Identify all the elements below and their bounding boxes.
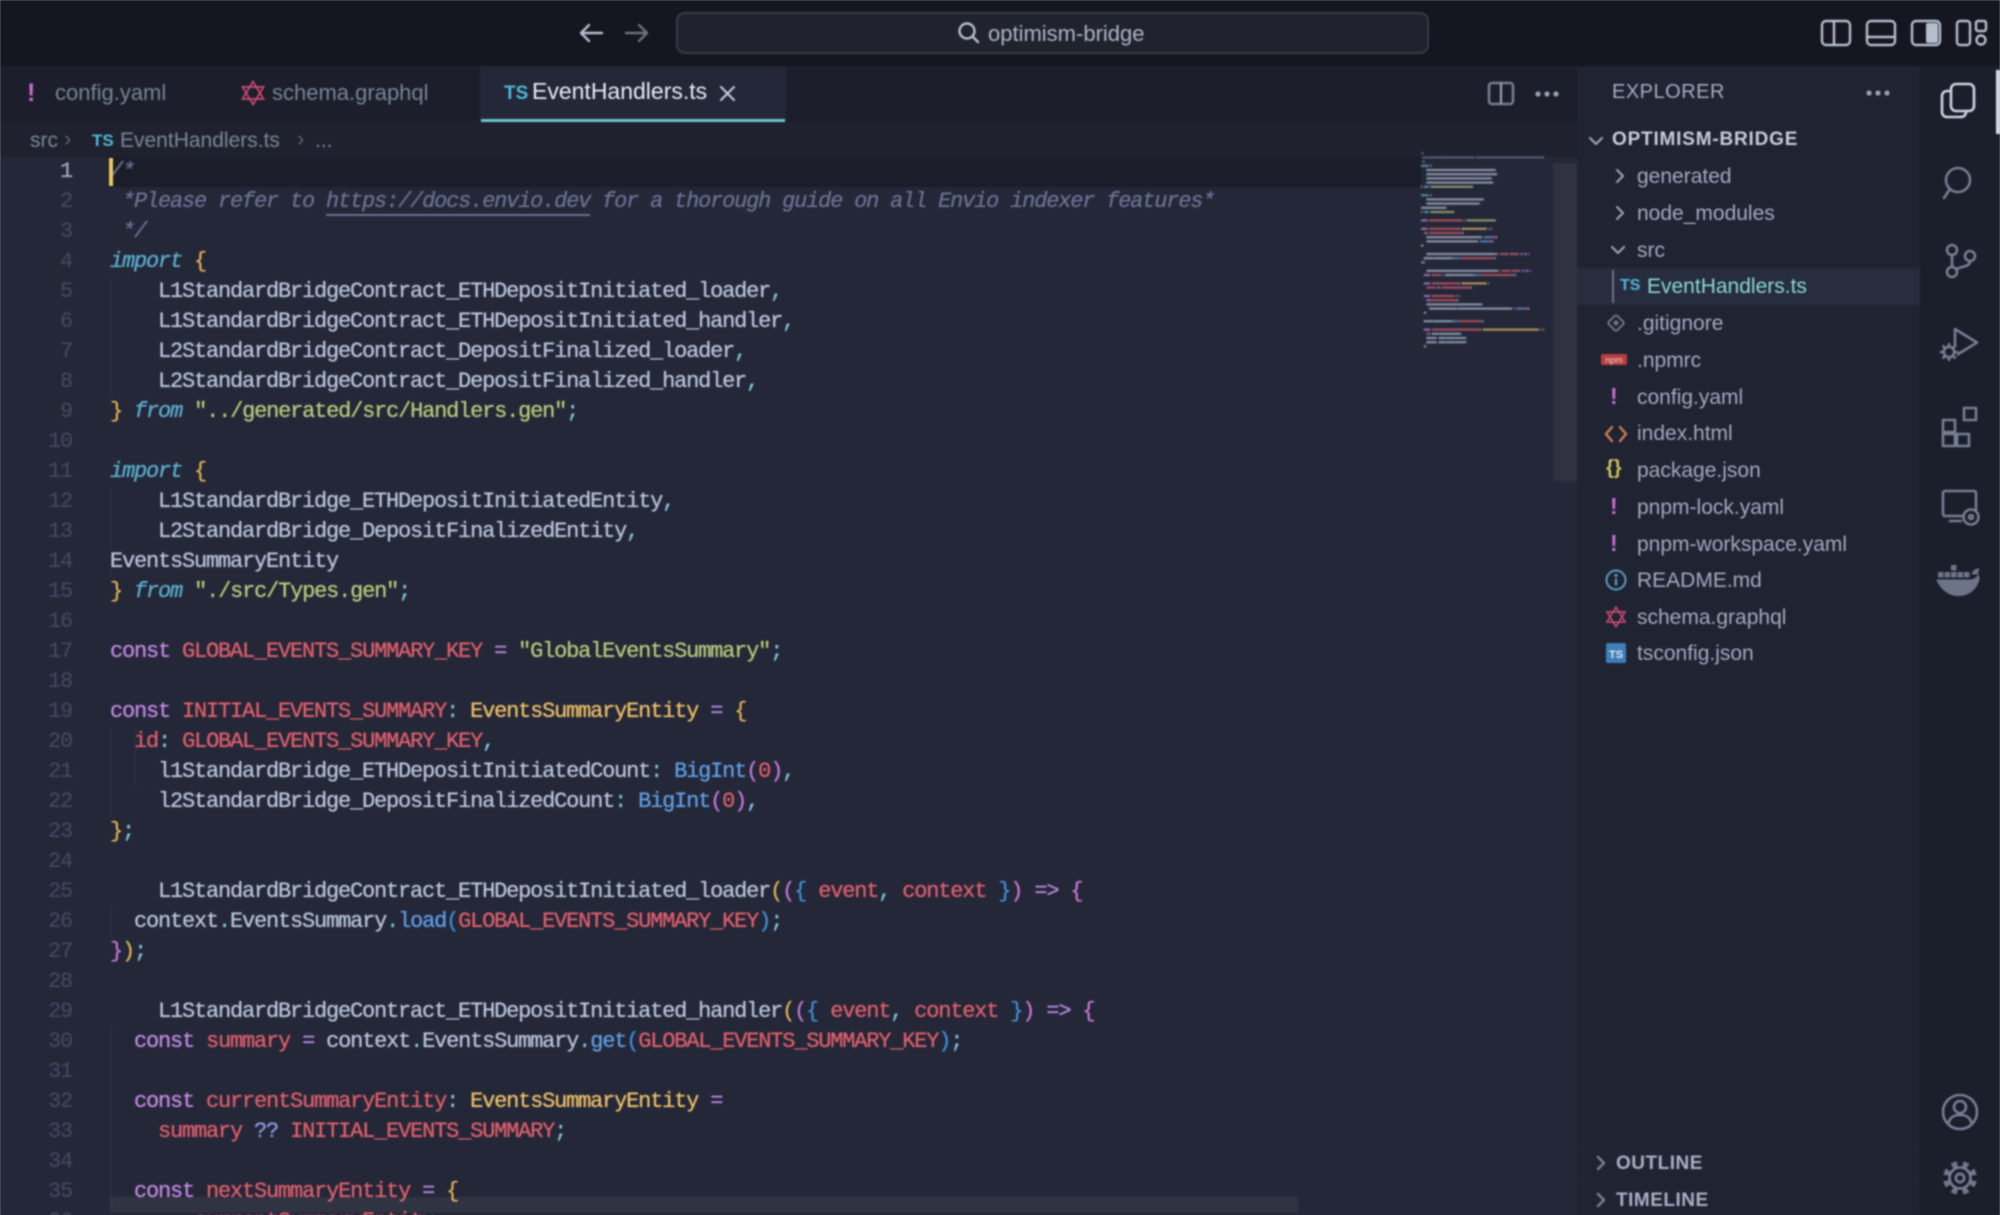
- svg-text:npm: npm: [1605, 355, 1623, 365]
- svg-text:TS: TS: [1609, 649, 1623, 661]
